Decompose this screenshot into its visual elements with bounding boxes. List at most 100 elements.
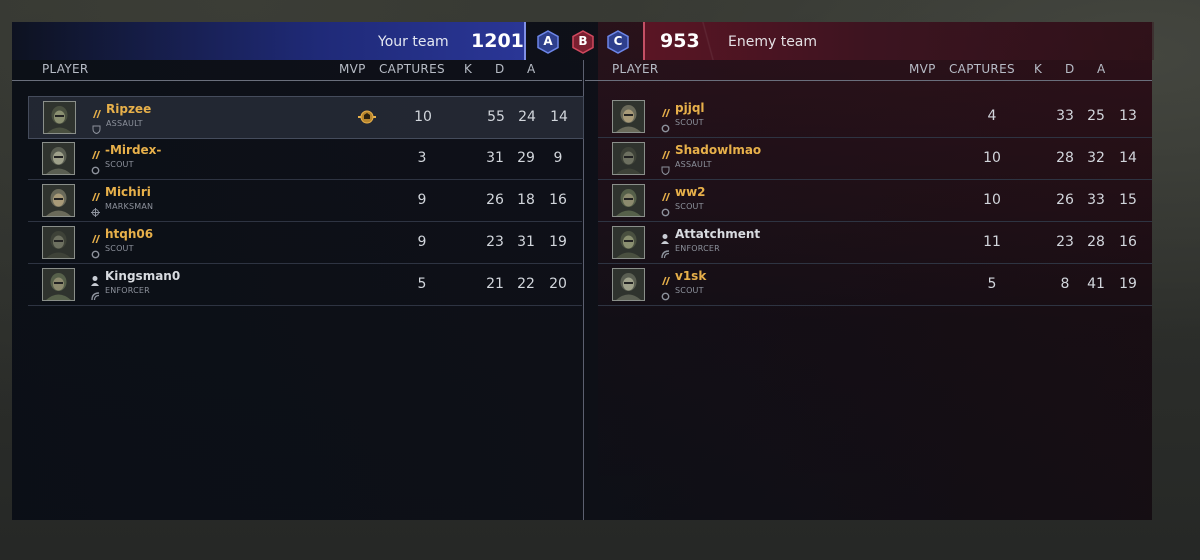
rank-chevrons-icon [660, 104, 670, 117]
stat-d: 28 [1087, 234, 1105, 250]
player-class: SCOUT [105, 160, 134, 169]
stat-a: 19 [1119, 276, 1137, 292]
player-name[interactable]: Kingsman0 [105, 269, 180, 283]
player-row[interactable]: Michiri MARKSMAN 9 26 18 16 [28, 180, 582, 222]
rank-chevrons-icon [90, 188, 100, 201]
objective-c-icon: C [607, 30, 629, 54]
player-row[interactable]: Ripzee ASSAULT 10 55 24 14 [28, 96, 584, 139]
player-row[interactable]: Kingsman0 ENFORCER 5 21 22 20 [28, 264, 582, 306]
your-team-label: Your team [378, 34, 449, 50]
stat-d: 18 [517, 192, 535, 208]
stat-captures: 10 [414, 109, 432, 125]
player-row[interactable]: v1sk SCOUT 5 8 41 19 [598, 264, 1152, 306]
enemy-team-score: 953 [660, 30, 700, 52]
col-k-header: K [1034, 62, 1043, 76]
player-name[interactable]: Michiri [105, 185, 151, 199]
player-name[interactable]: Ripzee [106, 102, 151, 116]
stat-a: 19 [549, 234, 567, 250]
stat-a: 16 [549, 192, 567, 208]
stat-captures: 10 [983, 192, 1001, 208]
player-class: SCOUT [675, 202, 704, 211]
player-class: SCOUT [105, 244, 134, 253]
col-d-header: D [495, 62, 505, 76]
enemy-team-label: Enemy team [728, 34, 818, 50]
ring-icon [661, 286, 670, 301]
player-avatar [42, 226, 75, 259]
player-avatar [612, 142, 645, 175]
player-name[interactable]: v1sk [675, 269, 706, 283]
stat-captures: 5 [987, 276, 997, 292]
stat-captures: 4 [987, 108, 997, 124]
objective-b-label: B [578, 34, 588, 48]
rank-chevrons-icon [660, 146, 670, 159]
player-avatar [42, 184, 75, 217]
mvp-icon [358, 108, 376, 126]
enforcer-icon [91, 286, 100, 301]
shield-icon [92, 119, 101, 135]
col-mvp-header: MVP [909, 62, 936, 76]
player-row[interactable]: pjjql SCOUT 4 33 25 13 [598, 96, 1152, 138]
stat-a: 20 [549, 276, 567, 292]
player-name[interactable]: Attatchment [675, 227, 760, 241]
player-name[interactable]: pjjql [675, 101, 705, 115]
col-k-header: K [464, 62, 473, 76]
stat-captures: 9 [417, 192, 427, 208]
player-row[interactable]: -Mirdex- SCOUT 3 31 29 9 [28, 138, 582, 180]
player-name[interactable]: htqh06 [105, 227, 153, 241]
stat-d: 31 [517, 234, 535, 250]
stat-d: 24 [518, 109, 536, 125]
person-icon [660, 230, 670, 244]
player-name[interactable]: -Mirdex- [105, 143, 161, 157]
stat-k: 33 [1056, 108, 1074, 124]
player-name[interactable]: Shadowlmao [675, 143, 761, 157]
col-player-header: PLAYER [612, 62, 659, 76]
player-row[interactable]: Shadowlmao ASSAULT 10 28 32 14 [598, 138, 1152, 180]
stat-a: 14 [550, 109, 568, 125]
header-divider [585, 80, 1152, 81]
stat-k: 31 [486, 150, 504, 166]
enemy-bar-slant [700, 22, 716, 60]
col-d-header: D [1065, 62, 1075, 76]
stat-a: 14 [1119, 150, 1137, 166]
player-avatar [612, 268, 645, 301]
stat-d: 32 [1087, 150, 1105, 166]
objective-c-label: C [613, 34, 623, 48]
person-icon [90, 272, 100, 286]
player-class: SCOUT [675, 118, 704, 127]
player-avatar [43, 101, 76, 134]
objective-b-icon: B [572, 30, 594, 54]
stat-captures: 10 [983, 150, 1001, 166]
col-a-header: A [1097, 62, 1106, 76]
stat-k: 28 [1056, 150, 1074, 166]
stat-k: 21 [486, 276, 504, 292]
stat-a: 13 [1119, 108, 1137, 124]
stat-k: 26 [1056, 192, 1074, 208]
stat-a: 9 [553, 150, 563, 166]
player-row[interactable]: Attatchment ENFORCER 11 23 28 16 [598, 222, 1152, 264]
rank-chevrons-icon [660, 272, 670, 285]
player-class: ENFORCER [675, 244, 720, 253]
col-captures-header: CAPTURES [949, 62, 1015, 76]
stat-a: 16 [1119, 234, 1137, 250]
stat-captures: 5 [417, 276, 427, 292]
rank-chevrons-icon [90, 146, 100, 159]
stat-k: 23 [1056, 234, 1074, 250]
stat-d: 22 [517, 276, 535, 292]
enemy-team-bar [643, 22, 1154, 60]
player-row[interactable]: ww2 SCOUT 10 26 33 15 [598, 180, 1152, 222]
enforcer-icon [661, 244, 670, 259]
col-mvp-header: MVP [339, 62, 366, 76]
ring-icon [91, 160, 100, 175]
stat-d: 33 [1087, 192, 1105, 208]
stat-k: 55 [487, 109, 505, 125]
player-avatar [42, 268, 75, 301]
rank-chevrons-icon [90, 230, 100, 243]
player-row[interactable]: htqh06 SCOUT 9 23 31 19 [28, 222, 582, 264]
stat-captures: 11 [983, 234, 1001, 250]
rank-chevrons-icon [660, 188, 670, 201]
stat-k: 8 [1060, 276, 1070, 292]
stat-d: 25 [1087, 108, 1105, 124]
player-name[interactable]: ww2 [675, 185, 706, 199]
crosshair-icon [91, 202, 100, 217]
your-team-score: 1201 [471, 30, 524, 52]
